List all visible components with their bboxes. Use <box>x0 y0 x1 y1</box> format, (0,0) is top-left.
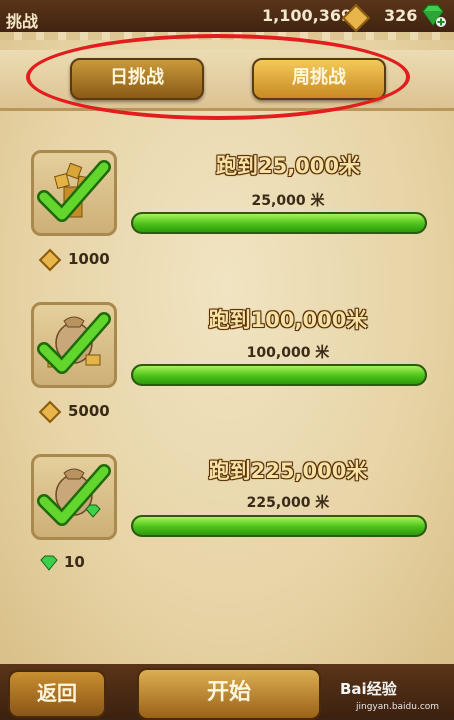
challenge-distance: 225,000 米 <box>246 495 330 511</box>
gem-add-icon[interactable] <box>420 3 446 27</box>
challenge-distance: 100,000 米 <box>246 345 330 361</box>
challenge-goal: 跑到225,000米 <box>208 459 368 483</box>
gem-count: 326 <box>384 6 418 25</box>
progress-bar <box>131 212 427 234</box>
gem-bag-check-icon <box>37 464 111 526</box>
challenge-distance: 25,000 米 <box>251 193 325 209</box>
challenge-goal: 跑到100,000米 <box>208 308 368 332</box>
progress-fill <box>133 214 425 232</box>
progress-bar <box>131 364 427 386</box>
watermark-url: jingyan.baidu.com <box>356 702 440 712</box>
start-button[interactable]: 开始 <box>137 668 321 720</box>
highlight-ring <box>26 34 410 120</box>
coin-count: 1,100,369 <box>262 6 353 25</box>
reward-amount: 1000 <box>68 250 110 268</box>
progress-fill <box>133 366 425 384</box>
gold-bars-check-icon <box>37 160 111 222</box>
progress-fill <box>133 517 425 535</box>
challenge-goal: 跑到25,000米 <box>215 154 361 178</box>
reward-amount: 10 <box>64 553 85 571</box>
reward-amount: 5000 <box>68 402 110 420</box>
money-bag-check-icon <box>37 312 111 374</box>
reward: 1000 <box>36 248 110 271</box>
challenge-icon-card <box>31 302 117 388</box>
coin-icon <box>38 400 62 423</box>
watermark: Bai经验 <box>340 680 397 698</box>
challenge-icon-card <box>31 150 117 236</box>
back-button[interactable]: 返回 <box>8 670 106 718</box>
coin-icon <box>38 248 62 271</box>
progress-bar <box>131 515 427 537</box>
screen-title: 挑战 <box>6 12 39 31</box>
gem-icon <box>40 555 58 571</box>
challenge-icon-card <box>31 454 117 540</box>
reward: 10 <box>36 551 85 573</box>
reward: 5000 <box>36 400 110 423</box>
